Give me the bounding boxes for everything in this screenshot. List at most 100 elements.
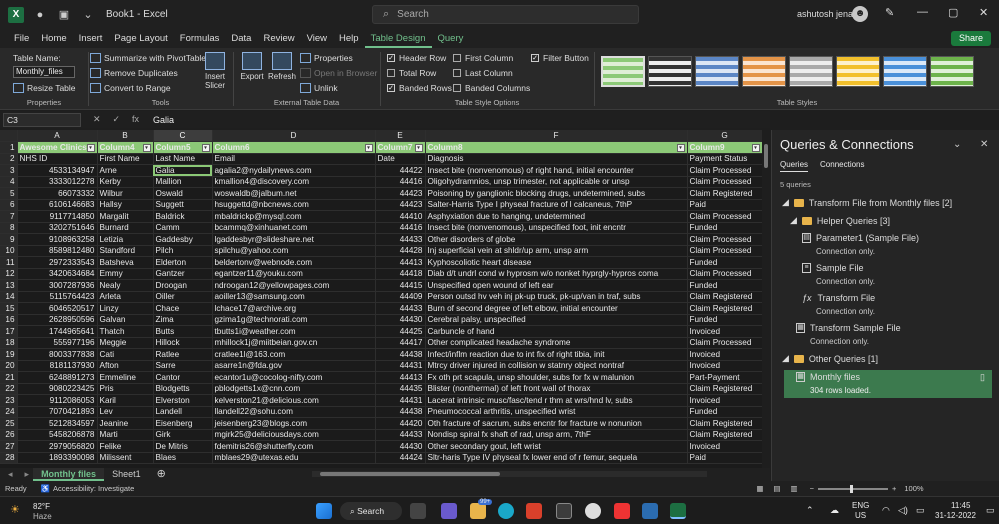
row-header[interactable]: 15 xyxy=(0,302,18,315)
sheet-nav-right-icon[interactable]: ▸ xyxy=(21,468,34,481)
table-cell[interactable]: First Name xyxy=(97,153,154,165)
horizontal-scrollbar[interactable] xyxy=(312,471,707,477)
customize-toolbar-icon[interactable]: ⌄ xyxy=(80,7,96,23)
table-cell[interactable]: Girk xyxy=(153,429,213,441)
chevron-down-icon[interactable]: ⌄ xyxy=(953,139,961,150)
battery-icon[interactable]: ▭ xyxy=(916,505,925,516)
table-cell[interactable]: Lacerat intrinsic musc/fasc/tend r thm a… xyxy=(425,394,688,407)
table-cell[interactable]: woswaldb@jalbum.net xyxy=(212,187,376,200)
table-cell[interactable]: Other disorders of globe xyxy=(425,233,688,246)
table-cell[interactable]: jeisenberg23@blogs.com xyxy=(212,417,376,430)
table-cell[interactable]: Email xyxy=(212,153,376,165)
row-header[interactable]: 10 xyxy=(0,245,18,257)
table-header-cell[interactable]: ▾ Column4 xyxy=(97,141,154,154)
zoom-slider[interactable] xyxy=(818,484,888,493)
table-cell[interactable]: bcammq@xinhuanet.com xyxy=(212,222,376,234)
tab-insert[interactable]: Insert xyxy=(73,29,109,48)
open-browser-button[interactable]: Open in Browser xyxy=(300,68,377,78)
table-cell[interactable]: beldertonv@webnode.com xyxy=(212,256,376,269)
style-swatch-orange[interactable] xyxy=(742,56,786,87)
table-cell[interactable]: Milissent xyxy=(97,452,154,464)
chevron-up-icon[interactable]: ⌃ xyxy=(806,505,814,516)
table-cell[interactable]: 2979056820 xyxy=(17,440,98,453)
table-cell[interactable]: 44433 xyxy=(375,302,426,315)
normal-view-icon[interactable]: ▦ xyxy=(756,484,763,493)
table-cell[interactable]: Infect/inflm reaction due to int fix of … xyxy=(425,348,688,361)
row-header[interactable]: 12 xyxy=(0,268,18,280)
table-cell[interactable]: Asphyxiation due to hanging, undetermine… xyxy=(425,210,688,223)
table-cell[interactable]: Invoiced xyxy=(687,440,763,453)
table-cell[interactable]: Landell xyxy=(153,406,213,418)
table-header-cell[interactable]: ▾ Column8 xyxy=(425,141,688,154)
table-cell[interactable]: 44430 xyxy=(375,314,426,326)
column-header[interactable]: C xyxy=(153,130,213,142)
table-cell[interactable]: 44435 xyxy=(375,383,426,395)
table-cell[interactable]: 44423 xyxy=(375,187,426,200)
cancel-icon[interactable]: ✕ xyxy=(93,114,101,125)
tab-review[interactable]: Review xyxy=(257,29,300,48)
table-cell[interactable]: Lev xyxy=(97,406,154,418)
share-button[interactable]: Share xyxy=(950,31,991,46)
table-cell[interactable]: 44422 xyxy=(375,164,426,177)
table-cell[interactable]: 6248891273 xyxy=(17,371,98,384)
table-cell[interactable]: Butts xyxy=(153,325,213,338)
wifi-icon[interactable]: ◠ xyxy=(882,505,890,516)
spreadsheet-grid[interactable]: A B C D E F G 1 ▾ Awesome Clinics ▾ Column4 ▾ Column5… xyxy=(0,130,770,468)
table-cell[interactable]: Last Name xyxy=(153,153,213,165)
query-sample-file[interactable]: ≡ Sample File xyxy=(802,263,864,273)
table-cell[interactable]: Droogan xyxy=(153,279,213,292)
table-cell[interactable]: 1893390098 xyxy=(17,452,98,464)
table-cell[interactable]: Letizia xyxy=(97,233,154,246)
table-cell[interactable]: 44417 xyxy=(375,337,426,349)
fx-icon[interactable]: fx xyxy=(132,114,139,125)
task-view-icon[interactable] xyxy=(410,503,426,519)
notifications-icon[interactable]: ▭ xyxy=(986,505,995,516)
row-header[interactable]: 22 xyxy=(0,383,18,395)
query-group-transform[interactable]: ◢ Transform File from Monthly files [2] xyxy=(782,197,952,208)
table-cell[interactable]: 9108963258 xyxy=(17,233,98,246)
row-header[interactable]: 26 xyxy=(0,429,18,441)
tab-query[interactable]: Query xyxy=(432,29,470,48)
table-cell[interactable]: 3420634684 xyxy=(17,268,98,280)
table-cell[interactable]: Person outsd hv veh inj pk-up truck, pk-… xyxy=(425,291,688,303)
tab-queries[interactable]: Queries xyxy=(780,160,809,172)
table-cell[interactable]: fdemitris26@shutterfly.com xyxy=(212,440,376,453)
avatar[interactable]: ☻ xyxy=(852,6,868,22)
pivot-button[interactable]: Summarize with PivotTable xyxy=(90,53,206,63)
table-cell[interactable]: Chace xyxy=(153,302,213,315)
collapse-icon[interactable]: ◢ xyxy=(782,197,789,208)
table-cell[interactable]: Blister (nonthermal) of left front wall … xyxy=(425,383,688,395)
table-cell[interactable]: Mtrcy driver injured in collision w stat… xyxy=(425,360,688,372)
table-cell[interactable]: Galvan xyxy=(97,314,154,326)
convert-range-button[interactable]: Convert to Range xyxy=(90,83,171,93)
table-cell[interactable]: Payment Status xyxy=(687,153,763,165)
table-cell[interactable]: gzima1g@technorati.com xyxy=(212,314,376,326)
last-column-checkbox[interactable]: Last Column xyxy=(453,68,513,78)
restore-icon[interactable]: ▢ xyxy=(948,6,958,19)
row-header[interactable]: 11 xyxy=(0,256,18,269)
user-name[interactable]: ashutosh jena xyxy=(797,9,853,19)
table-cell[interactable]: 3333012278 xyxy=(17,176,98,188)
tab-page-layout[interactable]: Page Layout xyxy=(108,29,173,48)
table-cell[interactable]: Diab d/t undrl cond w hyprosm w/o nonket… xyxy=(425,268,688,280)
table-cell[interactable]: Linzy xyxy=(97,302,154,315)
row-header[interactable]: 5 xyxy=(0,187,18,200)
table-cell[interactable]: Claim Processed xyxy=(687,176,763,188)
table-cell[interactable]: 555977196 xyxy=(17,337,98,349)
column-header[interactable]: G xyxy=(687,130,763,142)
enter-icon[interactable]: ✓ xyxy=(112,114,120,125)
collapse-icon[interactable]: ◢ xyxy=(790,215,797,226)
refresh-button[interactable]: Refresh xyxy=(267,52,297,81)
zoom-in-icon[interactable]: + xyxy=(892,484,896,493)
column-header[interactable]: A xyxy=(17,130,98,142)
query-parameter1[interactable]: ▤ Parameter1 (Sample File) xyxy=(802,233,919,243)
table-cell[interactable]: Claim Processed xyxy=(687,164,763,177)
table-cell[interactable]: spilchu@yahoo.com xyxy=(212,245,376,257)
zoom-thumb[interactable] xyxy=(850,484,853,493)
table-cell[interactable]: Suggett xyxy=(153,199,213,211)
table-cell[interactable]: Claim Registered xyxy=(687,291,763,303)
table-cell[interactable]: Claim Registered xyxy=(687,417,763,430)
table-cell[interactable]: Claim Processed xyxy=(687,337,763,349)
table-cell[interactable]: 6046520517 xyxy=(17,302,98,315)
chrome-icon[interactable] xyxy=(585,503,601,519)
